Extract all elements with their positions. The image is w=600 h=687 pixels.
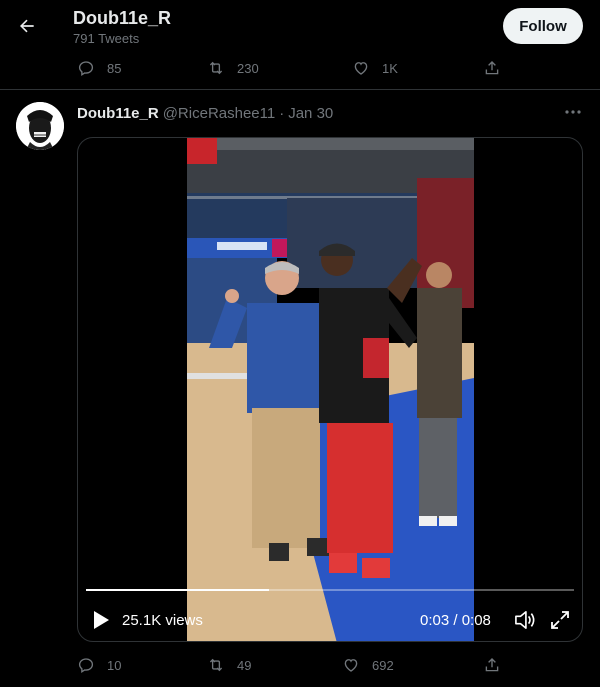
- like-icon: [344, 659, 358, 672]
- video-progress-bar[interactable]: [86, 589, 574, 591]
- top-header: Doub11e_R 791 Tweets Follow: [0, 0, 600, 53]
- prev-tweet-actions: 85 230 1K: [77, 56, 517, 80]
- tweet-date[interactable]: Jan 30: [288, 105, 333, 122]
- reply-action[interactable]: 10: [77, 653, 121, 677]
- back-button[interactable]: [10, 9, 44, 43]
- like-icon: [354, 62, 368, 75]
- back-arrow-icon: [20, 19, 34, 33]
- more-button[interactable]: [561, 103, 585, 121]
- fullscreen-icon: [551, 611, 569, 629]
- retweet-icon: [209, 658, 223, 672]
- retweet-icon: [209, 61, 223, 75]
- share-action[interactable]: [483, 653, 501, 677]
- avatar-image: [16, 102, 64, 150]
- video-progress-fill: [86, 589, 269, 591]
- retweet-count: 49: [237, 657, 252, 673]
- author-handle[interactable]: @RiceRashee11: [163, 105, 276, 122]
- play-button[interactable]: [92, 610, 110, 630]
- profile-title: Doub11e_R: [73, 8, 172, 28]
- reply-icon: [78, 658, 94, 673]
- play-icon: [94, 611, 109, 629]
- reply-count: 10: [107, 657, 122, 673]
- video-frame[interactable]: [187, 138, 474, 641]
- tweet-count: 791 Tweets: [73, 31, 140, 46]
- video-views: 25.1K views: [122, 612, 203, 629]
- tweet-actions: 10 49 692: [77, 653, 517, 677]
- reply-count: 85: [107, 60, 122, 76]
- tweet-page: Doub11e_R 791 Tweets Follow 85 230 1K Do…: [0, 0, 600, 687]
- volume-icon: [515, 611, 535, 629]
- like-action[interactable]: 692: [342, 653, 394, 677]
- video-thumbnail: [187, 138, 474, 641]
- follow-button[interactable]: Follow: [503, 8, 583, 44]
- fullscreen-button[interactable]: [550, 610, 570, 630]
- share-action[interactable]: [483, 56, 501, 80]
- share-icon: [485, 658, 499, 672]
- volume-button[interactable]: [514, 610, 536, 630]
- reply-icon: [78, 61, 94, 76]
- video-player[interactable]: 25.1K views 0:03 / 0:08: [77, 137, 583, 642]
- more-icon: [565, 110, 581, 114]
- retweet-action[interactable]: 230: [207, 56, 259, 80]
- share-icon: [485, 61, 499, 75]
- author-name[interactable]: Doub11e_R: [77, 105, 159, 122]
- retweet-action[interactable]: 49: [207, 653, 251, 677]
- like-action[interactable]: 1K: [352, 56, 398, 80]
- retweet-count: 230: [237, 60, 259, 76]
- separator-dot: ·: [279, 104, 285, 122]
- like-count: 692: [372, 657, 394, 673]
- video-time: 0:03 / 0:08: [420, 612, 491, 629]
- tweet-divider: [0, 89, 600, 90]
- tweet-header: Doub11e_R @RiceRashee11 · Jan 30: [77, 103, 333, 123]
- like-count: 1K: [382, 60, 398, 76]
- avatar[interactable]: [16, 102, 64, 150]
- reply-action[interactable]: 85: [77, 56, 121, 80]
